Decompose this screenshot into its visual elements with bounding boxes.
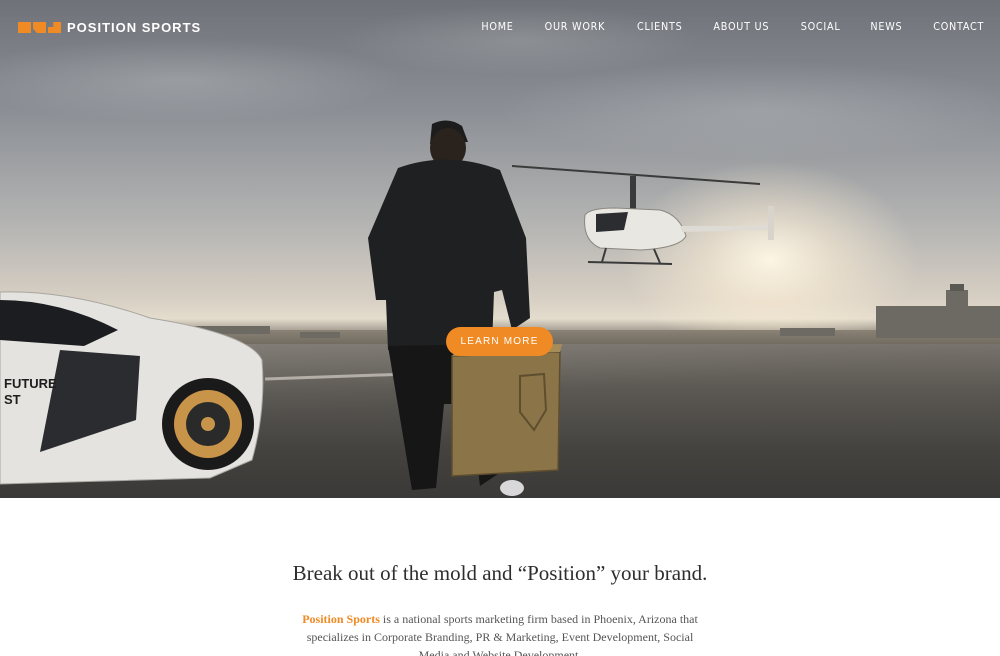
intro-description: Position Sports is a national sports mar… bbox=[300, 610, 700, 656]
helicopter bbox=[511, 165, 774, 265]
learn-more-button[interactable]: LEARN MORE bbox=[446, 327, 553, 356]
car-decal-text-2: ST bbox=[4, 392, 21, 407]
nav-social[interactable]: SOCIAL bbox=[800, 21, 840, 33]
hero-banner: FUTURE ST POSITION SPORTS HOME OUR WORK … bbox=[0, 0, 1000, 498]
nav-news[interactable]: NEWS bbox=[870, 21, 902, 33]
nav-about-us[interactable]: ABOUT US bbox=[713, 21, 769, 33]
briefcase bbox=[451, 344, 562, 477]
car-decal-text-1: FUTURE bbox=[4, 376, 57, 391]
main-nav: HOME OUR WORK CLIENTS ABOUT US SOCIAL NE… bbox=[453, 21, 986, 33]
airport-buildings bbox=[190, 284, 1000, 338]
sports-car: FUTURE ST bbox=[0, 291, 264, 485]
nav-home[interactable]: HOME bbox=[481, 21, 513, 33]
logo-text: POSITION SPORTS bbox=[67, 20, 202, 35]
site-logo[interactable]: POSITION SPORTS bbox=[18, 20, 201, 35]
page-tagline: Break out of the mold and “Position” you… bbox=[292, 561, 708, 585]
nav-clients[interactable]: CLIENTS bbox=[637, 21, 682, 33]
hero-illustration: FUTURE ST bbox=[0, 120, 1000, 496]
brand-name-link: Position Sports bbox=[302, 612, 380, 626]
logo-mark-icon bbox=[18, 22, 61, 33]
nav-our-work[interactable]: OUR WORK bbox=[544, 21, 605, 33]
nav-contact[interactable]: CONTACT bbox=[933, 21, 984, 33]
